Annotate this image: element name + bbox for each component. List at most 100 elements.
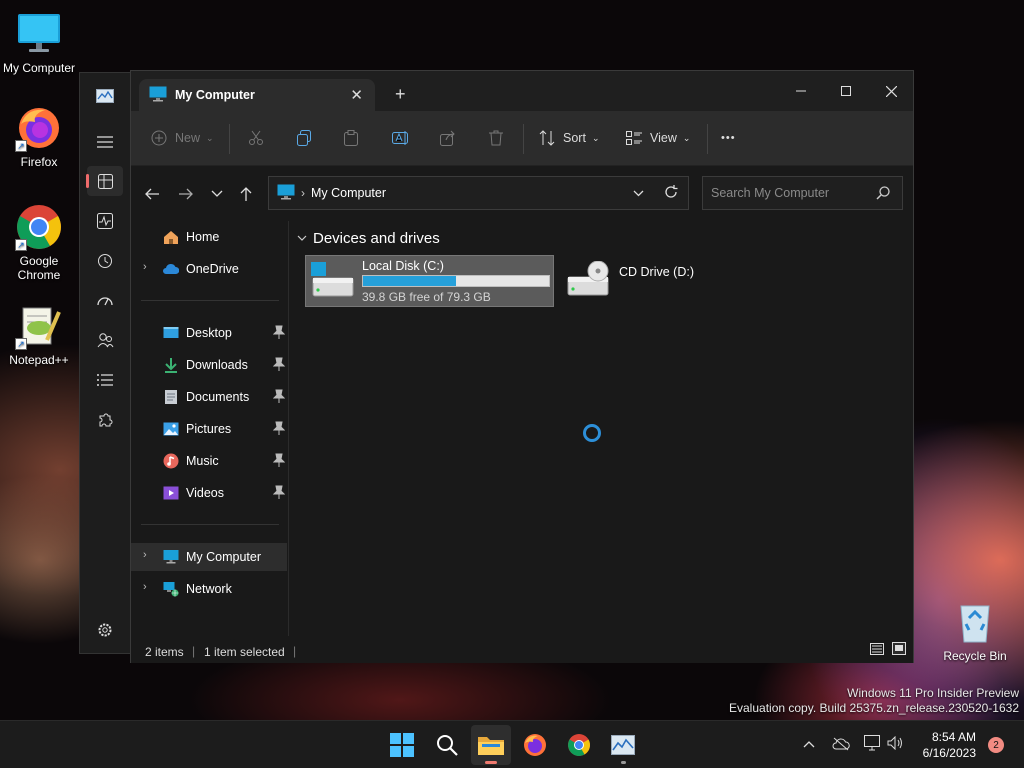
drive-local-disk-c[interactable]: Local Disk (C:) 39.8 GB free of 79.3 GB: [305, 255, 554, 307]
tab-my-computer[interactable]: My Computer ✕: [139, 79, 375, 111]
search-input[interactable]: Search My Computer: [702, 176, 903, 210]
address-bar[interactable]: › My Computer: [268, 176, 689, 210]
search-icon[interactable]: [876, 186, 890, 203]
copy-button[interactable]: [296, 125, 312, 151]
nav-label-documents: Documents: [186, 390, 250, 404]
details-icon[interactable]: [87, 365, 123, 395]
delete-button[interactable]: [489, 125, 503, 151]
nav-item-onedrive[interactable]: › OneDrive: [131, 255, 287, 283]
active-indicator: [485, 761, 497, 764]
chevron-right-icon[interactable]: ›: [143, 549, 147, 561]
chrome-icon: ↗: [15, 203, 63, 251]
notification-badge[interactable]: 2: [988, 737, 1004, 753]
group-header-devices-drives[interactable]: Devices and drives: [297, 230, 440, 247]
hard-drive-icon: [311, 262, 355, 301]
settings-gear-icon[interactable]: [87, 615, 123, 645]
drive-cd-d[interactable]: CD Drive (D:): [563, 255, 703, 307]
services-icon[interactable]: [87, 405, 123, 435]
desktop-icon-firefox[interactable]: ↗ Firefox: [1, 104, 77, 169]
tab-close-icon[interactable]: ✕: [350, 86, 363, 104]
forward-button[interactable]: [175, 184, 197, 204]
nav-item-downloads[interactable]: Downloads: [131, 351, 287, 379]
cloud-offline-icon[interactable]: [832, 737, 850, 754]
desktop-icon-label: Recycle Bin: [943, 649, 1007, 663]
pin-icon[interactable]: [272, 389, 286, 403]
pin-icon[interactable]: [272, 453, 286, 467]
minimize-button[interactable]: [778, 77, 824, 105]
nav-item-documents[interactable]: Documents: [131, 383, 287, 411]
paste-button[interactable]: [344, 125, 358, 151]
nav-item-pictures[interactable]: Pictures: [131, 415, 287, 443]
search-taskbar-button[interactable]: [427, 725, 467, 765]
nav-divider: [141, 524, 279, 525]
desktop-icon-notepadpp[interactable]: ↗ Notepad++: [1, 302, 77, 367]
resource-monitor-icon[interactable]: [87, 81, 123, 111]
taskbar-chrome[interactable]: [559, 725, 599, 765]
picture-icon: [163, 421, 179, 437]
nav-label-videos: Videos: [186, 486, 224, 500]
address-dropdown-icon[interactable]: [633, 186, 644, 200]
pin-icon[interactable]: [272, 421, 286, 435]
details-view-icon[interactable]: [870, 643, 884, 658]
monitor-icon: [149, 86, 167, 105]
desktop-icon-google-chrome[interactable]: ↗ Google Chrome: [1, 203, 77, 282]
nav-item-network[interactable]: › Network: [131, 575, 287, 603]
drive-name: Local Disk (C:): [362, 259, 444, 273]
firefox-icon: [524, 734, 546, 756]
network-status-icon[interactable]: [864, 735, 880, 754]
cut-button[interactable]: [248, 125, 264, 151]
refresh-icon[interactable]: [664, 185, 678, 202]
breadcrumb-my-computer[interactable]: My Computer: [311, 186, 386, 200]
nav-item-my-computer[interactable]: › My Computer: [131, 543, 287, 571]
chevron-right-icon[interactable]: ›: [143, 581, 147, 593]
running-indicator: [621, 761, 626, 764]
clock-date: 6/16/2023: [922, 746, 976, 760]
view-button[interactable]: View ⌄: [626, 125, 690, 151]
firefox-icon: ↗: [15, 104, 63, 152]
document-icon: [163, 389, 179, 405]
processes-icon[interactable]: [86, 166, 123, 196]
startup-apps-icon[interactable]: [87, 285, 123, 315]
nav-item-videos[interactable]: Videos: [131, 479, 287, 507]
nav-divider: [141, 300, 279, 301]
system-clock[interactable]: 8:54 AM 6/16/2023: [900, 729, 976, 761]
users-icon[interactable]: [87, 325, 123, 355]
toolbar-divider: [707, 124, 708, 154]
taskbar-firefox[interactable]: [515, 725, 555, 765]
pin-icon[interactable]: [272, 325, 286, 339]
desktop-icon-label: Firefox: [20, 155, 58, 169]
nav-item-home[interactable]: Home: [131, 223, 287, 251]
music-note-icon: [163, 453, 179, 469]
pin-icon[interactable]: [272, 357, 286, 371]
new-tab-button[interactable]: +: [395, 85, 406, 103]
history-icon[interactable]: [87, 246, 123, 276]
show-hidden-icons-chevron-icon[interactable]: [803, 737, 815, 751]
large-icons-view-icon[interactable]: [892, 642, 906, 658]
sort-button[interactable]: Sort ⌄: [539, 125, 599, 151]
nav-label-home: Home: [186, 230, 220, 244]
new-button[interactable]: New ⌄: [151, 125, 214, 151]
home-icon: [163, 229, 179, 245]
maximize-button[interactable]: [823, 77, 869, 105]
share-button[interactable]: [440, 125, 456, 151]
start-button[interactable]: [382, 725, 422, 765]
taskbar-resource-monitor[interactable]: [603, 725, 643, 765]
pin-icon[interactable]: [272, 485, 286, 499]
recycle-bin-icon: [951, 598, 999, 646]
up-button[interactable]: [235, 184, 257, 204]
desktop-icon-my-computer[interactable]: My Computer: [1, 10, 77, 75]
performance-icon[interactable]: [87, 206, 123, 236]
chevron-right-icon[interactable]: ›: [143, 261, 147, 273]
see-more-button[interactable]: •••: [721, 125, 736, 151]
desktop-icon-recycle-bin[interactable]: Recycle Bin: [937, 598, 1013, 663]
rename-button[interactable]: [392, 125, 410, 151]
back-button[interactable]: [141, 184, 163, 204]
taskbar-file-explorer[interactable]: [471, 725, 511, 765]
nav-label-downloads: Downloads: [186, 358, 248, 372]
recent-locations-button[interactable]: [206, 184, 228, 204]
close-button[interactable]: [868, 77, 914, 105]
nav-item-music[interactable]: Music: [131, 447, 287, 475]
drive-usage-fill: [363, 276, 456, 286]
hamburger-menu-icon[interactable]: [87, 127, 123, 157]
nav-item-desktop[interactable]: Desktop: [131, 319, 287, 347]
